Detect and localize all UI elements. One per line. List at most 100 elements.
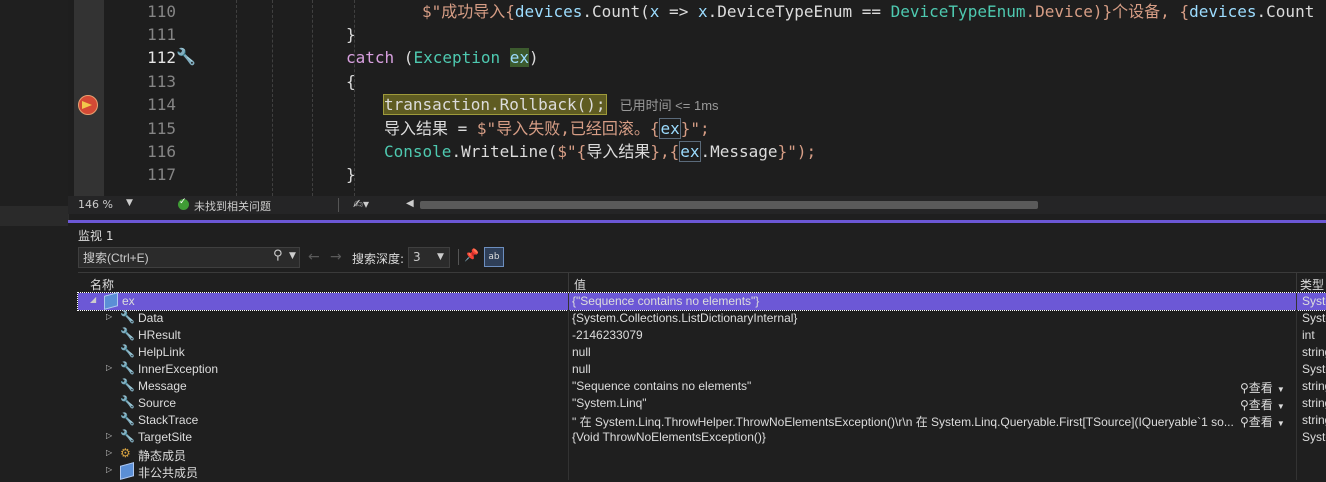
code-token: 导入结果 [586, 142, 651, 161]
code-line[interactable]: 113 { [68, 70, 1326, 93]
watch-row[interactable]: ▷ ⚙ 静态成员 [78, 446, 1326, 463]
code-token: $"{ [557, 142, 587, 161]
watch-row[interactable]: 🔧 HResult -2146233079 int [78, 327, 1326, 344]
code-text[interactable]: $"成功导入{devices.Count(x => x.DeviceTypeEn… [422, 0, 1314, 23]
watch-value[interactable]: " 在 System.Linq.ThrowHelper.ThrowNoEleme… [572, 413, 1234, 430]
watch-name: 非公共成员 [138, 466, 199, 480]
code-token: }"; [680, 119, 710, 138]
issues-status[interactable]: 未找到相关问题 [194, 198, 271, 214]
watch-row[interactable]: 🔧 StackTrace " 在 System.Linq.ThrowHelper.T… [78, 412, 1326, 429]
watch-row[interactable]: 🔧HelpLink null string [78, 344, 1326, 361]
expand-icon[interactable]: ▷ [106, 431, 112, 440]
hex-display-toggle[interactable]: ab [484, 247, 504, 267]
watch-row[interactable]: 🔧 Message "Sequence contains no elements" ⚲… [78, 378, 1326, 395]
expand-icon[interactable]: ▷ [106, 448, 112, 457]
expand-icon[interactable]: ▷ [106, 312, 112, 321]
chevron-down-icon[interactable]: ▼ [289, 251, 296, 261]
code-line[interactable]: 110 $"成功导入{devices.Count(x => x.DeviceTyp… [68, 0, 1326, 23]
column-divider [1296, 310, 1297, 327]
watch-row[interactable]: ▷ 🔧 Data {System.Collections.ListDictionary… [78, 310, 1326, 327]
chevron-down-icon[interactable]: ▼ [1277, 385, 1285, 394]
line-number: 115 [147, 119, 176, 138]
watch-name: HResult [138, 328, 181, 342]
line-number: 112 [147, 48, 176, 67]
divider [458, 249, 459, 265]
perf-tip[interactable]: 已用时间 <= 1ms [620, 98, 719, 113]
viewer-label: 查看 [1248, 381, 1273, 395]
search-box[interactable]: ⚲ ▼ [78, 247, 300, 268]
watch-type: System.Exception [1302, 362, 1326, 376]
text-visualizer-button[interactable]: ⚲查看 ▼ [1240, 379, 1285, 396]
code-text[interactable]: } [346, 23, 356, 46]
watch-row[interactable]: ▷ 🔧InnerException null System.Exception [78, 361, 1326, 378]
chevron-down-icon[interactable]: ▼ [1277, 419, 1285, 428]
column-divider [568, 310, 569, 327]
code-token: { [346, 72, 356, 91]
text-visualizer-button[interactable]: ⚲查看 ▼ [1240, 396, 1285, 413]
horizontal-scrollbar[interactable] [420, 201, 1038, 209]
search-depth-label: 搜索深度: [352, 252, 405, 266]
code-editor[interactable]: 🔧 110 $"成功导入{devices.Count(x => x.DeviceT… [68, 0, 1326, 196]
code-token: Console [384, 142, 452, 161]
watch-value[interactable]: -2146233079 [572, 328, 1234, 342]
watch-value[interactable]: {"Sequence contains no elements"} [572, 294, 1234, 308]
watch-value[interactable]: "System.Linq" [572, 396, 1234, 410]
arrow-left-icon[interactable]: ← [308, 249, 320, 265]
code-text[interactable]: catch (Exception ex) [346, 46, 539, 69]
code-token: x [697, 2, 708, 21]
code-token: ) [529, 48, 539, 67]
watch-value[interactable]: {System.Collections.ListDictionaryIntern… [572, 311, 1234, 325]
watch-window: 监视 1 ⚲ ▼ ← → 搜索深度: 3 ▼ 📌 ab 名称 值 类型 ◢ ex {… [68, 223, 1326, 482]
code-text[interactable]: 导入结果 = $"导入失败,已经回滚。{ex}"; [384, 117, 710, 140]
code-text[interactable]: transaction.Rollback(); 已用时间 <= 1ms [383, 93, 719, 117]
watch-value[interactable]: null [572, 362, 1234, 376]
arrow-right-icon[interactable]: → [330, 249, 342, 265]
code-token: DeviceTypeEnum [890, 2, 1026, 21]
column-header-name[interactable]: 名称 [90, 276, 114, 293]
code-token: .Device)}个设备, { [1025, 2, 1190, 21]
viewer-label: 查看 [1248, 415, 1273, 429]
zoom-level[interactable]: 146 % [78, 198, 113, 211]
text-visualizer-button[interactable]: ⚲查看 ▼ [1240, 413, 1285, 430]
pin-icon[interactable]: 📌 [464, 248, 479, 262]
code-token: } [346, 165, 356, 184]
watch-name: InnerException [138, 362, 219, 376]
code-line[interactable]: 116 Console.WriteLine($"{导入结果},{ex.Messag… [68, 140, 1326, 163]
code-line[interactable]: 115 导入结果 = $"导入失败,已经回滚。{ex}"; [68, 117, 1326, 140]
side-panel-selection[interactable] [0, 206, 68, 226]
column-resizer[interactable] [568, 273, 569, 293]
watch-row[interactable]: 🔧Source "System.Linq" ⚲查看 ▼ string [78, 395, 1326, 412]
code-text[interactable]: } [346, 163, 356, 186]
watch-row[interactable]: ◢ ex {"Sequence contains no elements"} Syst… [77, 292, 1326, 311]
column-header-value[interactable]: 值 [574, 276, 586, 293]
expand-icon[interactable]: ▷ [106, 465, 112, 474]
collapse-icon[interactable]: ◢ [90, 295, 96, 304]
watch-row[interactable]: ▷ 非公共成员 [78, 462, 1326, 480]
code-text[interactable]: { [346, 70, 356, 93]
code-line[interactable]: 111} [68, 23, 1326, 46]
column-divider [1296, 395, 1297, 412]
code-token: devices [514, 2, 583, 21]
chevron-down-icon[interactable]: ▼ [1277, 402, 1285, 411]
search-depth-select[interactable]: 3 ▼ [408, 247, 450, 268]
code-line[interactable]: 112 catch (Exception ex) [68, 46, 1326, 69]
watch-value[interactable]: {Void ThrowNoElementsException()} [572, 430, 1234, 444]
column-divider [1296, 378, 1297, 395]
chevron-down-icon[interactable]: ▼ [126, 198, 133, 208]
watch-title[interactable]: 监视 1 [78, 227, 113, 244]
column-divider [1296, 327, 1297, 344]
column-resizer[interactable] [1296, 273, 1297, 293]
scroll-left-icon[interactable]: ◀ [406, 198, 414, 209]
code-line[interactable]: 117} [68, 163, 1326, 186]
search-icon[interactable]: ⚲ [273, 248, 283, 263]
watch-value[interactable]: "Sequence contains no elements" [572, 379, 1234, 393]
code-cleanup-icon[interactable]: ✍▾ [353, 197, 369, 211]
expand-icon[interactable]: ▷ [106, 363, 112, 372]
column-header-type[interactable]: 类型 [1300, 276, 1324, 293]
code-text[interactable]: Console.WriteLine($"{导入结果},{ex.Message}"… [384, 140, 816, 163]
search-input[interactable] [81, 249, 265, 267]
watch-type: string [1302, 345, 1326, 359]
watch-value[interactable]: null [572, 345, 1234, 359]
code-line[interactable]: 114 transaction.Rollback(); 已用时间 <= 1ms [68, 93, 1326, 116]
watch-row[interactable]: ▷ 🔧 TargetSite {Void ThrowNoElementsExcepti… [78, 429, 1326, 446]
